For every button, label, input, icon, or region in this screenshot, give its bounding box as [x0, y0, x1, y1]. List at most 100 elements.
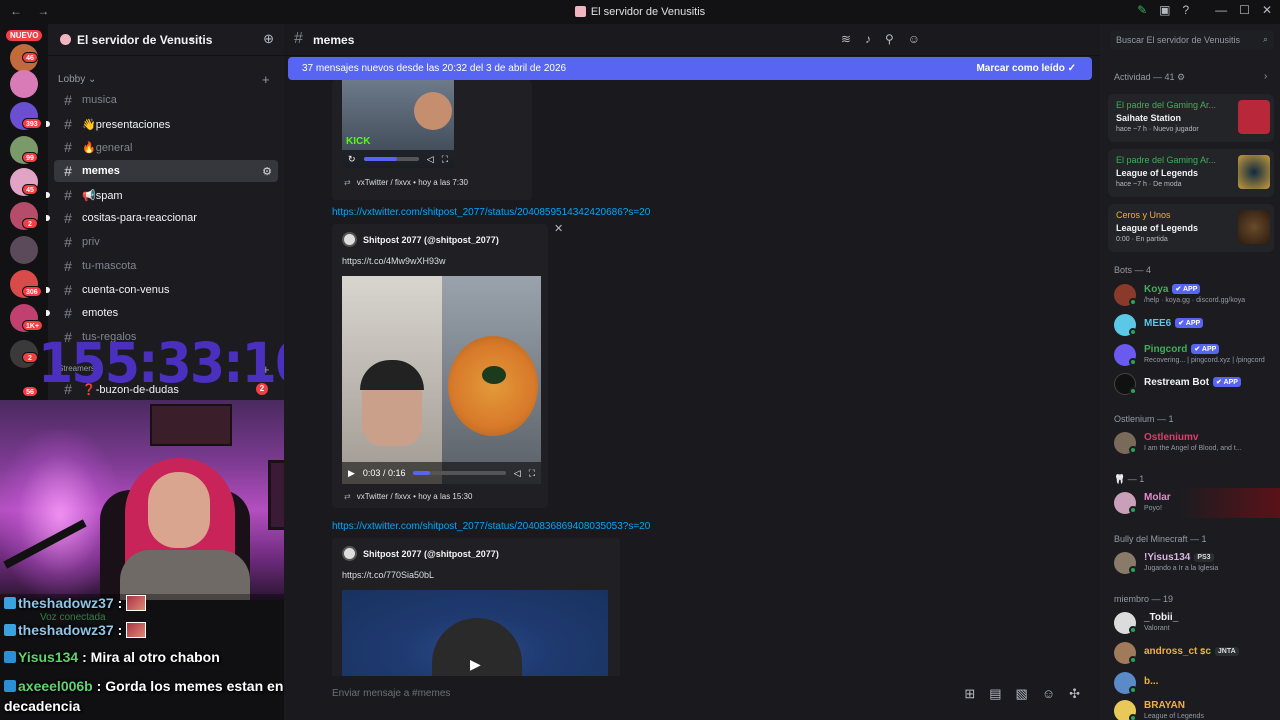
volume-icon[interactable]: ◁ [514, 468, 521, 479]
sticker-icon[interactable]: ▧ [1016, 686, 1028, 702]
activity-card[interactable]: El padre del Gaming Ar... League of Lege… [1108, 149, 1274, 197]
new-messages-banner[interactable]: 37 mensajes nuevos desde las 20:32 del 3… [288, 57, 1092, 80]
threads-icon[interactable]: ≋ [841, 32, 851, 46]
channel-memes[interactable]: # memes ⚙ [54, 160, 278, 182]
play-icon[interactable]: ▶ [470, 656, 481, 673]
game-art [1238, 100, 1270, 134]
author-avatar [342, 546, 357, 561]
bell-icon[interactable]: ♪ [865, 32, 871, 46]
pin-icon[interactable]: ⚲ [885, 32, 894, 46]
chat-separator: : [117, 595, 123, 611]
video-controls[interactable]: ↻ ◁ ⛶ [342, 150, 454, 168]
activity-card[interactable]: El padre del Gaming Ar... Saihate Statio… [1108, 94, 1274, 142]
chevron-right-icon[interactable]: › [1264, 71, 1267, 82]
help-icon[interactable]: ? [1182, 3, 1189, 17]
member-b[interactable]: b... [1114, 668, 1274, 698]
mark-read-button[interactable]: Marcar como leído ✓ [976, 63, 1076, 74]
leaf-icon[interactable]: ✎ [1137, 3, 1147, 17]
category-lobby[interactable]: Lobby ⌄ + [58, 72, 270, 87]
channel-label: emotes [82, 307, 119, 319]
maximize-button[interactable]: ☐ [1239, 3, 1250, 17]
webcam-feed [0, 400, 330, 600]
add-channel-icon[interactable]: + [262, 72, 270, 87]
activity-card[interactable]: Ceros y Unos League of Legends 0:00 · En… [1108, 204, 1274, 252]
member-mee6[interactable]: MEE6 ✔ APP [1114, 310, 1274, 340]
video-progress[interactable] [363, 157, 419, 161]
member-ostleniumv[interactable]: Ostleniumv I am the Angel of Blood, and t… [1114, 428, 1274, 458]
message-link[interactable]: https://vxtwitter.com/shitpost_2077/stat… [332, 521, 650, 532]
member-molar[interactable]: Molar Poyo! [1114, 488, 1280, 518]
search-icon[interactable]: ⌕ [1263, 34, 1268, 45]
close-button[interactable]: ✕ [1262, 3, 1272, 17]
emoji-icon[interactable]: ☺ [1042, 686, 1055, 702]
member-pingcord[interactable]: Pingcord ✔ APP Recovering... | pingcord.xy… [1114, 340, 1274, 370]
message-link[interactable]: https://vxtwitter.com/shitpost_2077/stat… [332, 207, 650, 218]
channel-priv[interactable]: # priv [54, 231, 278, 253]
play-icon[interactable]: ▶ [348, 468, 355, 479]
embed-body[interactable]: https://t.co/4Mw9wXH93w [342, 256, 446, 266]
member-yisus134[interactable]: !Yisus134 PS3 Jugando a Ir a la Iglesia [1114, 548, 1274, 578]
fullscreen-icon[interactable]: ⛶ [442, 154, 448, 165]
member-andross[interactable]: andross_ct ꜱᴄ JNTA [1114, 638, 1274, 668]
stream-timer: 155:33:10 [38, 331, 310, 395]
fullscreen-icon[interactable]: ⛶ [529, 468, 535, 479]
online-status [1129, 358, 1137, 366]
volume-icon[interactable]: ◁ [427, 154, 434, 165]
chat-separator: : [82, 649, 87, 665]
hash-icon: # [64, 258, 72, 274]
member-tobii[interactable]: _Tobii_ Valorant [1114, 608, 1274, 638]
member-name: MEE6 ✔ APP [1144, 318, 1204, 329]
invite-people-icon[interactable]: ⊕ [263, 31, 274, 47]
embed-video[interactable]: ▶ [342, 590, 608, 678]
member-restream-bot[interactable]: Restream Bot ✔ APP [1114, 369, 1274, 399]
server-header[interactable]: El servidor de Venusitis ⌄ ⊕ [48, 24, 284, 56]
embed-body[interactable]: https://t.co/770Sia50bL [342, 570, 434, 580]
unread-badge: 46 [22, 52, 38, 63]
server-icon[interactable] [10, 236, 38, 264]
server-icon[interactable] [10, 70, 38, 98]
mark-read-label: Marcar como leído [976, 63, 1065, 74]
search-input[interactable]: Buscar El servidor de Venusitis ⌕ [1110, 30, 1274, 50]
channel-emotes[interactable]: # emotes [46, 302, 278, 324]
minimize-button[interactable]: — [1215, 3, 1227, 17]
embed-footer: ⇄ vxTwitter / fixvx • hoy a las 7:30 [344, 178, 468, 187]
channel-presentaciones[interactable]: # 👋presentaciones [46, 113, 278, 135]
member-name-text: Restream Bot [1144, 377, 1210, 388]
member-name-text: andross_ct ꜱᴄ [1144, 646, 1211, 657]
inbox-icon[interactable]: ▣ [1159, 3, 1170, 17]
embed-thumbnail[interactable]: KICK ↻ ◁ ⛶ [342, 80, 454, 168]
channel-general[interactable]: # 🔥general [54, 136, 278, 158]
unread-badge: 2 [22, 352, 38, 363]
embed-video[interactable]: ▶ 0:03 / 0:16 ◁ ⛶ [342, 276, 541, 484]
online-status [1129, 566, 1137, 574]
channel-spam[interactable]: # 📢spam [46, 184, 278, 206]
embed-author[interactable]: Shitpost 2077 (@shitpost_2077) [342, 232, 499, 247]
title-bar: ← → El servidor de Venusitis ✎ ▣ ? — ☐ ✕ [0, 0, 1280, 24]
replay-icon[interactable]: ↻ [348, 154, 356, 165]
gift-icon[interactable]: ⊞ [964, 686, 975, 702]
unread-dot [46, 192, 50, 198]
channel-cuenta-con-venus[interactable]: # cuenta-con-venus [46, 279, 278, 301]
member-brayan[interactable]: BRAYAN League of Legends [1114, 696, 1274, 720]
channel-cositas-para-reaccionar[interactable]: # cositas-para-reaccionar [46, 207, 278, 229]
embed-author[interactable]: Shitpost 2077 (@shitpost_2077) [342, 546, 499, 561]
activity-group: El padre del Gaming Ar... [1116, 100, 1217, 110]
chevron-down-icon[interactable]: ⌄ [188, 32, 196, 43]
gif-icon[interactable]: ▤ [989, 686, 1001, 702]
channel-label: 📢spam [82, 189, 123, 202]
member-koya[interactable]: Koya ✔ APP/help · koya.gg · discord.gg/ko… [1114, 280, 1274, 310]
unread-badge: 306 [22, 286, 42, 297]
message-composer[interactable]: Enviar mensaje a #memes ⊞ ▤ ▧ ☺ ✣ [288, 676, 1096, 712]
members-icon[interactable]: ☺ [908, 32, 920, 46]
member-sidebar: Buscar El servidor de Venusitis ⌕ Activid… [1100, 24, 1280, 720]
remove-embed-icon[interactable]: ✕ [554, 222, 563, 235]
game-art [1238, 210, 1270, 244]
video-controls[interactable]: ▶ 0:03 / 0:16 ◁ ⛶ [342, 462, 541, 484]
channel-tu-mascota[interactable]: # tu-mascota [54, 255, 278, 277]
channel-label: priv [82, 236, 100, 248]
channel-musica[interactable]: # musica [54, 89, 278, 111]
apps-icon[interactable]: ✣ [1069, 686, 1080, 702]
video-progress[interactable] [413, 471, 506, 475]
channel-settings-icon[interactable]: ⚙ [262, 165, 272, 178]
activity-title: League of Legends [1116, 223, 1199, 233]
